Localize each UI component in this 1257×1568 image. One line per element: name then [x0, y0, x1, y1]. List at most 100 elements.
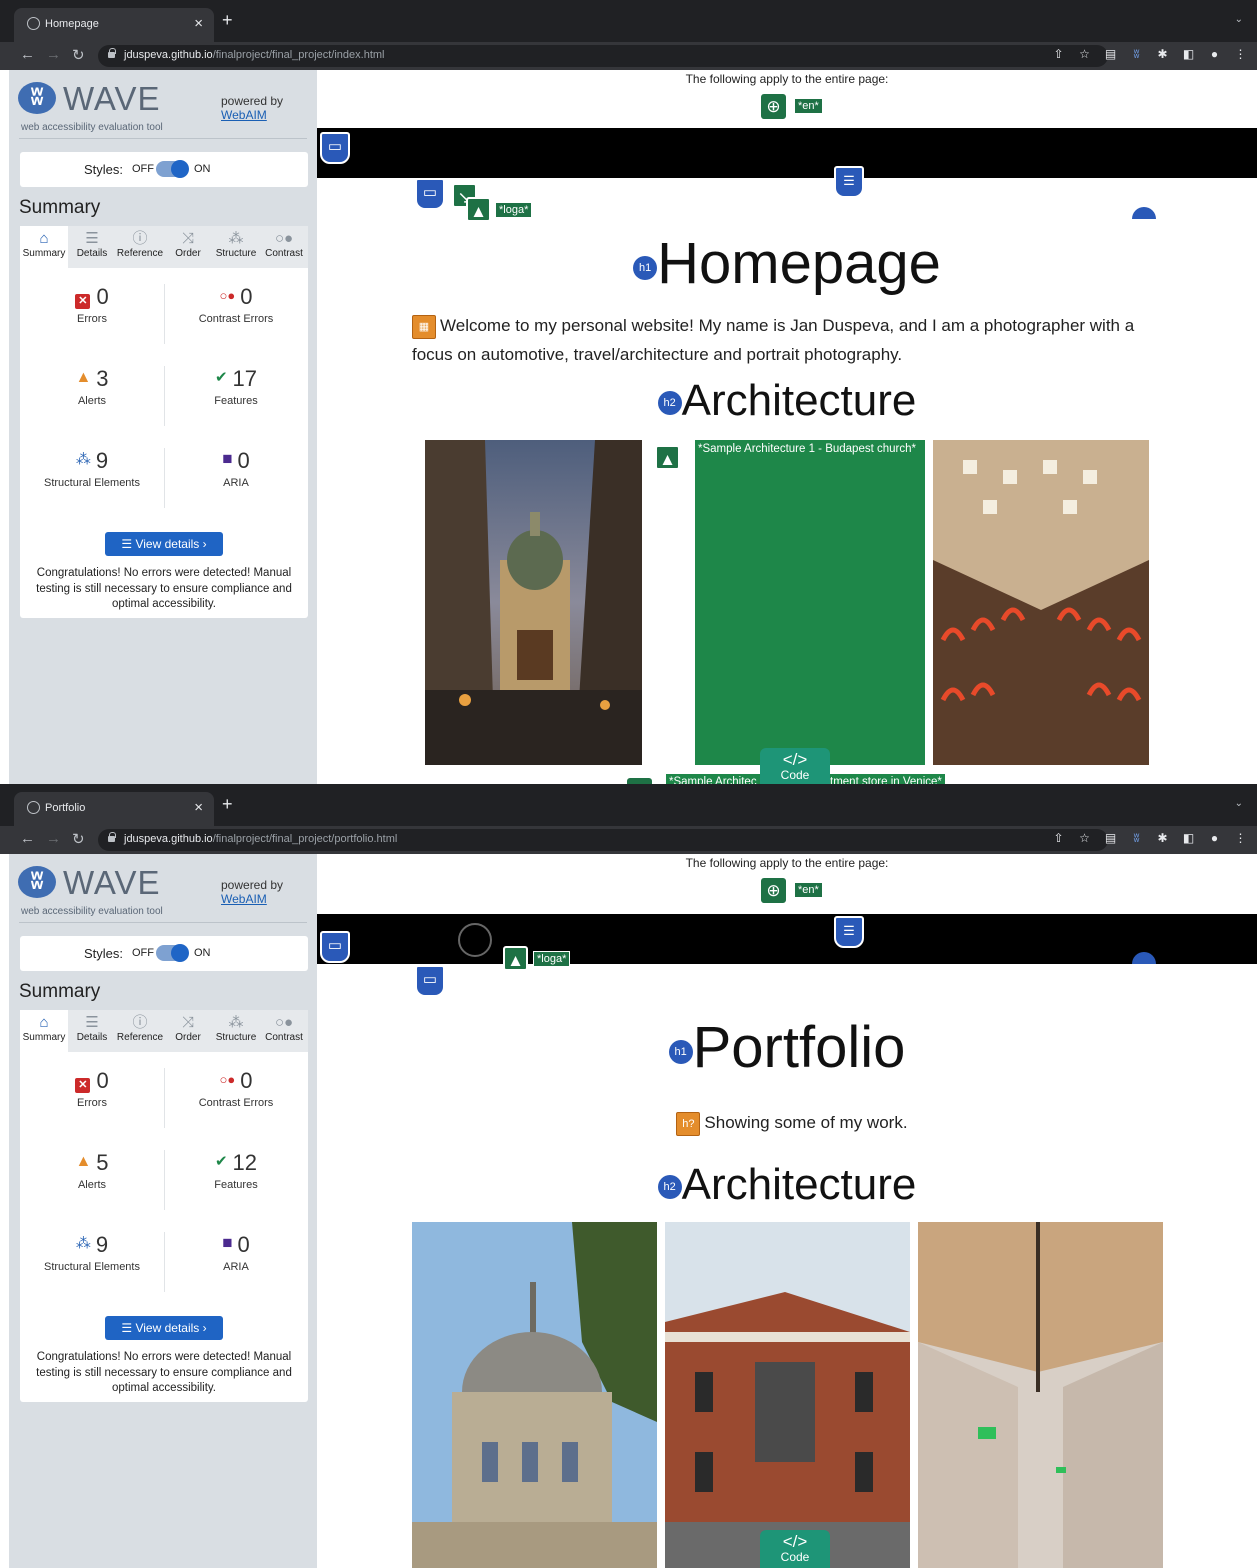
language-icon[interactable]: ⊕	[761, 94, 786, 119]
region-badge-icon[interactable]	[1132, 207, 1156, 219]
tab-order[interactable]: ⤨ Order	[164, 1010, 212, 1052]
tab-summary[interactable]: ⌂ Summary	[20, 226, 68, 268]
tab-summary[interactable]: ⌂ Summary	[20, 1010, 68, 1052]
sidepanel-icon[interactable]: ◧	[1182, 831, 1195, 845]
styles-off-label: OFF	[132, 163, 154, 175]
styles-toggle[interactable]	[156, 160, 189, 178]
h1-icon: h1	[668, 1039, 693, 1064]
styles-label: Styles:	[84, 946, 124, 961]
header-landmark-icon[interactable]: ▭	[415, 178, 445, 210]
share-icon[interactable]: ⇧	[1052, 47, 1065, 61]
header-region-icon[interactable]: ▭	[320, 931, 350, 963]
aria-icon: ■	[222, 449, 233, 468]
back-icon[interactable]: ←	[20, 46, 35, 63]
alert-icon: ▲	[75, 369, 92, 386]
toolbar: ← → ↻ jduspeva.github.io/finalproject/fi…	[0, 826, 1257, 854]
list-icon: ☰	[85, 230, 99, 247]
forward-icon[interactable]: →	[46, 830, 61, 847]
share-icon[interactable]: ⇧	[1052, 831, 1065, 845]
venice-store-photo	[933, 440, 1149, 765]
menu-icon[interactable]: ⋮	[1234, 47, 1247, 61]
view-details-button[interactable]: ☰ View details ›	[105, 1316, 223, 1340]
error-icon: ✕	[75, 1078, 91, 1093]
reload-icon[interactable]: ↻	[72, 46, 85, 64]
navigation-icon[interactable]: ☰	[834, 916, 864, 948]
view-details-button[interactable]: ☰ View details ›	[105, 532, 223, 556]
info-icon: ⓘ	[132, 230, 148, 247]
url-text: jduspeva.github.io/finalproject/final_pr…	[124, 49, 385, 61]
close-tab-icon[interactable]: ×	[194, 15, 203, 32]
header-landmark-icon[interactable]: ▭	[415, 965, 445, 997]
tab-contrast[interactable]: ○● Contrast	[260, 226, 308, 268]
code-button[interactable]: </> Code	[752, 1530, 838, 1568]
wave-title: WAVE	[63, 80, 161, 117]
page-applies-label: The following apply to the entire page:	[685, 72, 889, 86]
wave-tabs: ⌂ Summary ☰ Details ⓘ Reference ⤨ Order ⁂ Str…	[20, 226, 308, 268]
order-icon: ⤨	[181, 1014, 194, 1031]
new-tab-button[interactable]: +	[222, 11, 233, 29]
alert-icon: ▦	[412, 314, 436, 339]
close-tab-icon[interactable]: ×	[194, 799, 203, 816]
tab-details[interactable]: ☰ Details	[68, 1010, 116, 1052]
image-icon[interactable]: ▲	[466, 197, 491, 222]
error-icon: ✕	[75, 294, 91, 309]
new-tab-button[interactable]: +	[222, 795, 233, 813]
divider	[19, 138, 307, 139]
tab-reference[interactable]: ⓘ Reference	[116, 226, 164, 268]
profile-icon[interactable]: ●	[1208, 47, 1221, 61]
tab-order[interactable]: ⤨ Order	[164, 226, 212, 268]
language-tag: *en*	[794, 882, 823, 898]
tab-reference[interactable]: ⓘ Reference	[116, 1010, 164, 1052]
contrast-icon: ○●	[274, 230, 294, 247]
styles-toggle[interactable]	[156, 944, 189, 962]
header-region-icon[interactable]: ▭	[320, 132, 350, 164]
reload-icon[interactable]: ↻	[72, 830, 85, 848]
forward-icon[interactable]: →	[46, 46, 61, 63]
tab-search-chevron-icon[interactable]: ⌄	[1235, 798, 1243, 809]
contrast-icon: ○●	[274, 1014, 294, 1031]
extensions-icon[interactable]: ✱	[1156, 47, 1169, 61]
browser-tab[interactable]: Homepage ×	[14, 8, 214, 42]
address-bar[interactable]: jduspeva.github.io/finalproject/final_pr…	[98, 45, 1108, 67]
reader-icon[interactable]: ▤	[1104, 47, 1117, 61]
profile-icon[interactable]: ●	[1208, 831, 1221, 845]
url-text: jduspeva.github.io/finalproject/final_pr…	[124, 833, 398, 845]
logo-alt-tag: *loga*	[533, 951, 571, 967]
budapest-church-photo	[425, 440, 642, 765]
tab-structure[interactable]: ⁂ Structure	[212, 226, 260, 268]
webaim-link[interactable]: WebAIM	[221, 892, 283, 906]
styles-on-label: ON	[194, 947, 211, 959]
tab-structure[interactable]: ⁂ Structure	[212, 1010, 260, 1052]
image-icon[interactable]: ▲	[503, 946, 528, 971]
divider	[19, 922, 307, 923]
back-icon[interactable]: ←	[20, 830, 35, 847]
code-button[interactable]: </> Code	[752, 748, 838, 784]
star-icon[interactable]: ☆	[1078, 831, 1091, 845]
webaim-link[interactable]: WebAIM	[221, 108, 283, 122]
aria-stat: ■ 0 ARIA	[222, 448, 250, 489]
sidepanel-icon[interactable]: ◧	[1182, 47, 1195, 61]
brick-building-photo	[665, 1222, 910, 1568]
powered-by: powered by WebAIM	[221, 878, 284, 906]
styles-toggle-row: Styles: OFF ON	[20, 152, 308, 187]
extensions-icon[interactable]: ✱	[1156, 831, 1169, 845]
image-icon[interactable]: ▲	[655, 445, 680, 470]
missing-image-placeholder	[695, 440, 925, 765]
home-icon: ⌂	[39, 230, 49, 247]
wave-extension-icon[interactable]: ʬ	[1130, 831, 1143, 845]
address-bar[interactable]: jduspeva.github.io/finalproject/final_pr…	[98, 829, 1108, 851]
wave-extension-icon[interactable]: ʬ	[1130, 47, 1143, 61]
tab-search-chevron-icon[interactable]: ⌄	[1235, 14, 1243, 25]
wave-subtitle: web accessibility evaluation tool	[21, 122, 163, 133]
menu-icon[interactable]: ⋮	[1234, 831, 1247, 845]
features-stat: ✔ 12 Features	[214, 1150, 258, 1191]
navigation-icon[interactable]: ☰	[834, 166, 864, 198]
star-icon[interactable]: ☆	[1078, 47, 1091, 61]
wave-logo-icon: ʬ	[18, 866, 56, 898]
tab-details[interactable]: ☰ Details	[68, 226, 116, 268]
summary-card: ⌂ Summary ☰ Details ⓘ Reference ⤨ Order ⁂ Str…	[20, 226, 308, 618]
tab-contrast[interactable]: ○● Contrast	[260, 1010, 308, 1052]
reader-icon[interactable]: ▤	[1104, 831, 1117, 845]
browser-tab[interactable]: Portfolio ×	[14, 792, 214, 826]
language-icon[interactable]: ⊕	[761, 878, 786, 903]
